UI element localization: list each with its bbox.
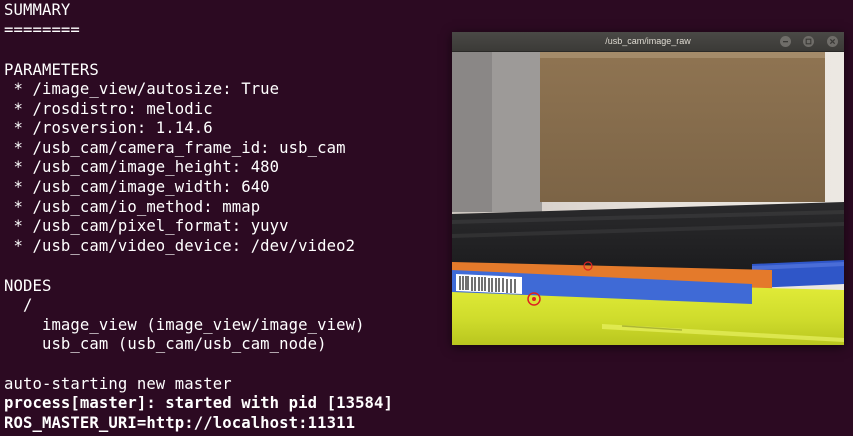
- camera-image: [452, 52, 844, 345]
- terminal-line: ROS_MASTER_URI=http://localhost:11311: [4, 414, 356, 432]
- terminal-line: auto-starting new master: [4, 375, 232, 393]
- terminal-line: SUMMARY: [4, 1, 71, 19]
- camera-frame: [452, 52, 844, 345]
- terminal-line: * /image_view/autosize: True: [4, 80, 280, 98]
- terminal-line: process[master]: started with pid [13584…: [4, 394, 394, 412]
- terminal-line: * /usb_cam/pixel_format: yuyv: [4, 217, 289, 235]
- window-controls: [777, 36, 838, 47]
- terminal-line: /: [4, 296, 33, 314]
- window-titlebar[interactable]: /usb_cam/image_raw: [452, 32, 844, 52]
- terminal-line: PARAMETERS: [4, 61, 99, 79]
- terminal-line: ========: [4, 21, 80, 39]
- terminal-line: image_view (image_view/image_view): [4, 316, 365, 334]
- terminal-line: * /rosversion: 1.14.6: [4, 119, 213, 137]
- terminal-line: * /usb_cam/image_width: 640: [4, 178, 270, 196]
- terminal-line: NODES: [4, 277, 52, 295]
- terminal-line: * /rosdistro: melodic: [4, 100, 213, 118]
- terminal-line: usb_cam (usb_cam/usb_cam_node): [4, 335, 327, 353]
- minimize-icon[interactable]: [779, 36, 791, 47]
- close-icon[interactable]: [827, 36, 838, 47]
- terminal-line: * /usb_cam/image_height: 480: [4, 158, 280, 176]
- terminal-line: * /usb_cam/io_method: mmap: [4, 198, 261, 216]
- terminal-line: * /usb_cam/video_device: /dev/video2: [4, 237, 356, 255]
- terminal-line: * /usb_cam/camera_frame_id: usb_cam: [4, 139, 346, 157]
- image-view-window[interactable]: /usb_cam/image_raw: [452, 32, 844, 345]
- maximize-icon[interactable]: [803, 36, 815, 47]
